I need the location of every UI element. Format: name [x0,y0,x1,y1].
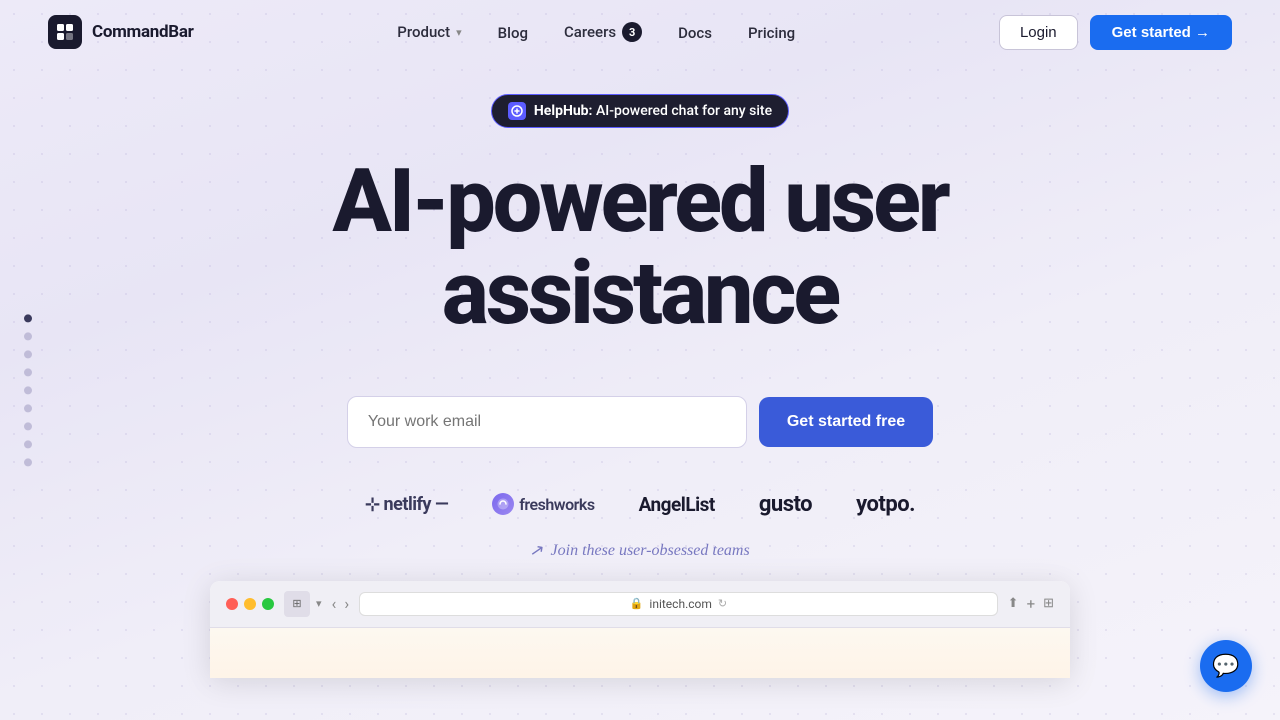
logo[interactable]: CommandBar [48,15,194,49]
browser-tabs: ⊞ ▾ [284,591,322,617]
side-nav-dot-1[interactable] [24,314,32,322]
gusto-logo: gusto [759,492,812,517]
nav-links: Product ▾ Blog Careers 3 Docs Pricing [397,22,795,42]
browser-forward-icon[interactable]: › [344,594,349,613]
browser-add-tab-icon[interactable]: + [1027,595,1036,613]
side-nav-dot-7[interactable] [24,422,32,430]
nav-item-pricing[interactable]: Pricing [748,23,795,42]
browser-window: ⊞ ▾ ‹ › 🔒 initech.com ↻ ⬆ + ⊞ [210,581,1070,678]
side-nav-dot-2[interactable] [24,332,32,340]
chevron-down-icon: ▾ [456,26,462,39]
nav-link-pricing[interactable]: Pricing [748,24,795,42]
nav-item-product[interactable]: Product ▾ [397,23,461,41]
logos-section: ⊹ netlify — freshworks AngelList gusto y… [365,492,915,517]
freshworks-icon [492,493,514,515]
get-started-nav-button[interactable]: Get started → [1090,15,1232,50]
nav-link-product[interactable]: Product ▾ [397,23,461,41]
freshworks-logo: freshworks [492,493,594,515]
side-nav-dot-5[interactable] [24,386,32,394]
browser-window-controls [226,598,274,610]
hero-line2: assistance [442,242,838,345]
nav-item-blog[interactable]: Blog [498,23,528,42]
side-nav-dot-8[interactable] [24,440,32,448]
side-nav-dot-3[interactable] [24,350,32,358]
browser-grid-icon[interactable]: ⊞ [1043,596,1054,611]
logo-text: CommandBar [92,22,194,42]
browser-share-icon[interactable]: ⬆ [1008,596,1019,611]
side-navigation [24,314,32,466]
helphub-badge-label: HelpHub: [534,103,593,119]
browser-close-dot[interactable] [226,598,238,610]
logo-icon [48,15,82,49]
netlify-icon: ⊹ [365,494,380,515]
get-started-free-button[interactable]: Get started free [759,397,933,447]
nav-link-blog[interactable]: Blog [498,24,528,42]
helphub-badge-text: HelpHub: AI-powered chat for any site [534,103,772,119]
browser-tab-grid-icon[interactable]: ⊞ [284,591,310,617]
yotpo-logo: yotpo. [856,492,915,517]
helphub-badge[interactable]: HelpHub: AI-powered chat for any site [491,94,789,128]
nav-item-docs[interactable]: Docs [678,23,712,42]
side-nav-dot-4[interactable] [24,368,32,376]
nav-actions: Login Get started → [999,15,1232,50]
nav-item-careers[interactable]: Careers 3 [564,22,642,42]
browser-minimize-dot[interactable] [244,598,256,610]
browser-tab-arrow: ▾ [316,597,322,610]
hero-line1: AI-powered user [332,150,947,253]
hero-heading: AI-powered user assistance [332,156,947,341]
email-form: Get started free [347,396,933,448]
side-nav-dot-9[interactable] [24,458,32,466]
arrow-icon: ↗ [529,540,547,562]
lock-icon: 🔒 [630,597,644,610]
browser-url: initech.com [649,597,711,611]
join-text: Join these user-obsessed teams [551,542,750,560]
browser-content [210,628,1070,678]
refresh-icon: ↻ [718,597,727,610]
browser-toolbar: ⊞ ▾ ‹ › 🔒 initech.com ↻ ⬆ + ⊞ [210,581,1070,628]
browser-maximize-dot[interactable] [262,598,274,610]
helphub-icon [508,102,526,120]
helphub-badge-description: AI-powered chat for any site [596,103,772,119]
nav-link-docs[interactable]: Docs [678,24,712,42]
browser-url-bar[interactable]: 🔒 initech.com ↻ [359,592,998,616]
login-button[interactable]: Login [999,15,1078,50]
side-nav-dot-6[interactable] [24,404,32,412]
browser-back-icon[interactable]: ‹ [332,594,337,613]
nav-link-careers[interactable]: Careers 3 [564,22,642,42]
angellist-logo: AngelList [639,493,715,516]
netlify-logo: ⊹ netlify — [365,494,448,515]
main-content: HelpHub: AI-powered chat for any site AI… [0,64,1280,678]
email-input[interactable] [347,396,747,448]
navbar: CommandBar Product ▾ Blog Careers 3 Docs… [0,0,1280,64]
browser-url-actions: ⬆ + ⊞ [1008,595,1054,613]
browser-nav: ‹ › [332,594,350,613]
chat-icon: 💬 [1212,654,1239,679]
chat-widget[interactable]: 💬 [1200,640,1252,692]
careers-badge-count: 3 [622,22,642,42]
join-text-container: ↗ Join these user-obsessed teams [530,541,749,561]
